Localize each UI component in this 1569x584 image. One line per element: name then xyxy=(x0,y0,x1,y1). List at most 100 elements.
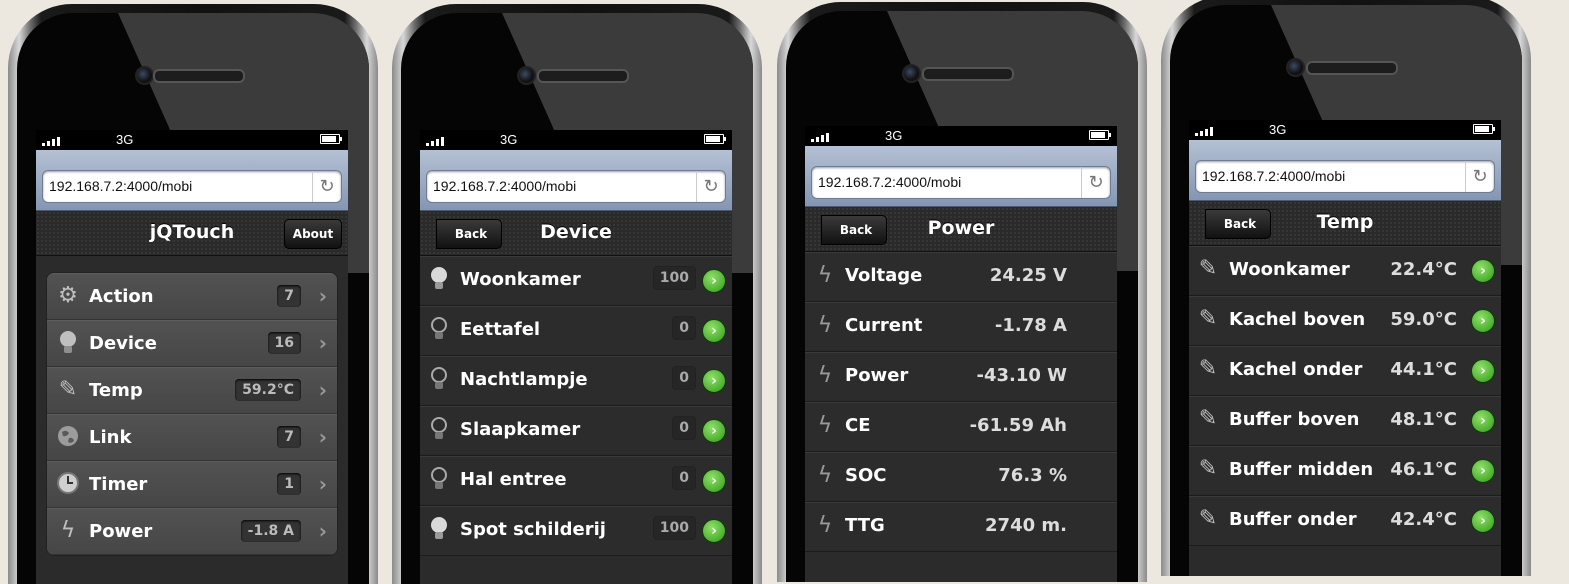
url-field[interactable]: 192.168.7.2:4000/mobi ↻ xyxy=(42,170,342,203)
power-label: CE xyxy=(845,415,871,436)
reload-icon[interactable]: ↻ xyxy=(1081,167,1110,198)
power-value: 2740 m. xyxy=(985,515,1067,536)
dim-level[interactable]: 100 xyxy=(652,516,696,540)
status-bar: 3G xyxy=(36,130,348,150)
chevron-right-icon: › xyxy=(318,378,327,402)
about-button[interactable]: About xyxy=(284,219,342,249)
temp-value: 59.0°C xyxy=(1390,309,1457,330)
browser-url-bar: 192.168.7.2:4000/mobi ↻ xyxy=(420,150,732,211)
power-row: ϟ Voltage 24.25 V xyxy=(805,252,1117,302)
battery-icon xyxy=(704,134,726,144)
url-field[interactable]: 192.168.7.2:4000/mobi ↻ xyxy=(426,170,726,203)
back-label: Back xyxy=(839,223,873,237)
url-text[interactable]: 192.168.7.2:4000/mobi xyxy=(433,178,576,194)
toolbar: jQTouch About xyxy=(36,211,348,256)
status-bar: 3G xyxy=(805,126,1117,146)
device-row[interactable]: Woonkamer 100 › xyxy=(420,256,732,306)
gear-icon: ⚙ xyxy=(58,283,78,308)
bolt-icon: ϟ xyxy=(817,313,833,338)
pencil-icon: ✎ xyxy=(1198,306,1218,331)
device-row[interactable]: Eettafel 0 › xyxy=(420,306,732,356)
temp-row[interactable]: ✎ Kachel onder 44.1°C › xyxy=(1189,346,1501,396)
go-arrow-icon[interactable]: › xyxy=(1471,359,1495,383)
phone-mockup-power: 3G 192.168.7.2:4000/mobi ↻ Power Back ϟ … xyxy=(777,2,1147,582)
temp-row[interactable]: ✎ Buffer onder 42.4°C › xyxy=(1189,496,1501,546)
count-badge: 7 xyxy=(277,426,301,448)
reload-icon[interactable]: ↻ xyxy=(696,171,725,202)
power-row: ϟ TTG 2740 m. xyxy=(805,502,1117,552)
menu-item-label: Power xyxy=(89,521,153,542)
go-arrow-icon[interactable]: › xyxy=(702,469,726,493)
temp-row[interactable]: ✎ Buffer midden 46.1°C › xyxy=(1189,446,1501,496)
url-field[interactable]: 192.168.7.2:4000/mobi ↻ xyxy=(1195,160,1495,193)
reload-icon[interactable]: ↻ xyxy=(1465,161,1494,192)
temp-row[interactable]: ✎ Woonkamer 22.4°C › xyxy=(1189,246,1501,296)
pencil-icon: ✎ xyxy=(1198,406,1218,431)
bulb-icon xyxy=(55,330,81,356)
device-row[interactable]: Hal entree 0 › xyxy=(420,456,732,506)
count-badge: 1 xyxy=(277,473,301,495)
camera-icon xyxy=(1286,58,1305,77)
url-text[interactable]: 192.168.7.2:4000/mobi xyxy=(818,174,961,190)
menu-item-action[interactable]: ⚙ Action 7 › xyxy=(47,273,337,320)
menu-item-label: Action xyxy=(89,286,154,307)
go-arrow-icon[interactable]: › xyxy=(702,369,726,393)
go-arrow-icon[interactable]: › xyxy=(1471,509,1495,533)
temp-value: 42.4°C xyxy=(1390,509,1457,530)
go-arrow-icon[interactable]: › xyxy=(1471,309,1495,333)
device-row[interactable]: Slaapkamer 0 › xyxy=(420,406,732,456)
screen: 3G 192.168.7.2:4000/mobi ↻ Temp Back ✎ W… xyxy=(1189,120,1501,576)
bolt-icon: ϟ xyxy=(817,513,833,538)
temp-value: 46.1°C xyxy=(1390,459,1457,480)
browser-url-bar: 192.168.7.2:4000/mobi ↻ xyxy=(805,146,1117,207)
reload-icon[interactable]: ↻ xyxy=(312,171,341,202)
dim-level[interactable]: 100 xyxy=(652,266,696,290)
go-arrow-icon[interactable]: › xyxy=(702,519,726,543)
go-arrow-icon[interactable]: › xyxy=(1471,259,1495,283)
temp-row[interactable]: ✎ Kachel boven 59.0°C › xyxy=(1189,296,1501,346)
back-button[interactable]: Back xyxy=(821,215,887,245)
go-arrow-icon[interactable]: › xyxy=(702,319,726,343)
go-arrow-icon[interactable]: › xyxy=(702,419,726,443)
temp-row[interactable]: ✎ Buffer boven 48.1°C › xyxy=(1189,396,1501,446)
speaker-grille xyxy=(1306,61,1398,75)
url-text[interactable]: 192.168.7.2:4000/mobi xyxy=(49,178,192,194)
dim-level[interactable]: 0 xyxy=(672,416,696,440)
back-label: Back xyxy=(454,227,488,241)
network-label: 3G xyxy=(500,132,518,147)
url-field[interactable]: 192.168.7.2:4000/mobi ↻ xyxy=(811,166,1111,199)
screen: 3G 192.168.7.2:4000/mobi ↻ jQTouch About… xyxy=(36,130,348,584)
back-button[interactable]: Back xyxy=(1205,209,1271,239)
back-button[interactable]: Back xyxy=(436,219,502,249)
dim-level[interactable]: 0 xyxy=(672,366,696,390)
menu-item-device[interactable]: Device 16 › xyxy=(47,320,337,367)
count-badge: -1.8 A xyxy=(240,520,301,542)
menu-item-link[interactable]: Link 7 › xyxy=(47,414,337,461)
menu-item-timer[interactable]: Timer 1 › xyxy=(47,461,337,508)
go-arrow-icon[interactable]: › xyxy=(702,269,726,293)
bulb-off-icon xyxy=(426,416,452,442)
toolbar: Device Back xyxy=(420,211,732,256)
menu-item-temp[interactable]: ✎ Temp 59.2°C › xyxy=(47,367,337,414)
go-arrow-icon[interactable]: › xyxy=(1471,409,1495,433)
phone-mockup-device: 3G 192.168.7.2:4000/mobi ↻ Device Back W… xyxy=(392,4,762,584)
dim-level[interactable]: 0 xyxy=(672,316,696,340)
dim-level[interactable]: 0 xyxy=(672,466,696,490)
power-value: 24.25 V xyxy=(989,265,1067,286)
signal-icon xyxy=(1195,124,1217,136)
globe-icon xyxy=(55,424,81,450)
phone-mockup-temp: 3G 192.168.7.2:4000/mobi ↻ Temp Back ✎ W… xyxy=(1161,0,1531,576)
power-row: ϟ Power -43.10 W xyxy=(805,352,1117,402)
menu-item-label: Link xyxy=(89,427,132,448)
device-row[interactable]: Spot schilderij 100 › xyxy=(420,506,732,556)
device-row[interactable]: Nachtlampje 0 › xyxy=(420,356,732,406)
browser-url-bar: 192.168.7.2:4000/mobi ↻ xyxy=(1189,140,1501,201)
temp-label: Kachel boven xyxy=(1229,309,1366,330)
url-text[interactable]: 192.168.7.2:4000/mobi xyxy=(1202,168,1345,184)
pencil-icon: ✎ xyxy=(1198,356,1218,381)
bolt-icon: ϟ xyxy=(817,463,833,488)
pencil-icon: ✎ xyxy=(1198,456,1218,481)
go-arrow-icon[interactable]: › xyxy=(1471,459,1495,483)
temp-list: ✎ Woonkamer 22.4°C › ✎ Kachel boven 59.0… xyxy=(1189,246,1501,546)
speaker-grille xyxy=(537,69,629,83)
